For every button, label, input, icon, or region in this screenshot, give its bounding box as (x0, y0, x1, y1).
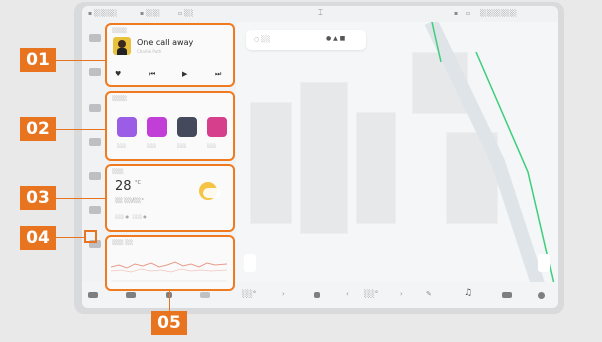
status-bluetooth-icon: ▪ (454, 10, 459, 17)
route-overlay (424, 22, 555, 284)
play-icon[interactable]: ▶ (182, 70, 187, 78)
callout-leader (56, 198, 107, 199)
home-icon[interactable] (89, 68, 101, 76)
dock-temp-left[interactable]: ░░° (242, 290, 256, 298)
app-icon-4[interactable] (207, 117, 227, 137)
prev-icon[interactable]: ⏮ (149, 70, 155, 79)
trend-widget-title: ░░░ ░░ (112, 240, 133, 246)
weather-unit: °C (135, 180, 141, 186)
status-bar: ▪ ░░░░░ ▪ ░░░ ▫ ░░ ⌶ ▪ ▫ ░░░░░░░░ (82, 6, 558, 22)
cloud-icon (203, 188, 221, 198)
dock-chevron-icon[interactable]: › (282, 290, 285, 298)
status-mic-icon: ▫ (466, 10, 471, 17)
dock-chevron-icon[interactable]: ‹ (346, 290, 349, 298)
media-icon[interactable] (89, 206, 101, 214)
app-label-2: ░░░ (147, 143, 157, 148)
navigation-map[interactable]: ○ ░░ ● ▲ ■ (236, 22, 558, 284)
status-time: ░░░░░░░░ (480, 10, 517, 17)
trend-sparkline (110, 261, 228, 282)
map-zoom-button[interactable] (244, 254, 256, 272)
callout-02: 02 (20, 117, 56, 141)
app-icon-1[interactable] (117, 117, 137, 137)
phone-icon[interactable] (89, 172, 101, 180)
dock-home-icon[interactable] (88, 292, 98, 298)
dock-car-icon[interactable] (126, 292, 136, 298)
map-search-icon: ○ ░░ (254, 36, 271, 43)
callout-leader (56, 129, 107, 130)
widget-toggle-icon[interactable] (89, 240, 101, 248)
dock-chevron-icon[interactable]: › (400, 290, 403, 298)
car-icon[interactable] (89, 34, 101, 42)
map-layer-button[interactable] (538, 254, 550, 272)
shortcuts-widget-title: ░░░░ (112, 96, 128, 102)
trend-widget: ░░░ ░░ (105, 235, 235, 291)
weather-widget: ░░░ 28 °C ░░ ░░/░░° ░░░ ● ░░░ ● (105, 164, 235, 232)
app-icon-2[interactable] (147, 117, 167, 137)
app-label-3: ░░░ (177, 143, 187, 148)
callout-04: 04 (20, 226, 56, 250)
album-art (113, 37, 131, 55)
weather-detail: ░░░ ● ░░░ ● (115, 214, 147, 219)
route-line (475, 51, 555, 284)
like-icon[interactable]: ♥ (115, 70, 121, 78)
artist-name: Charlie Puth (137, 49, 162, 54)
status-signal: ▪ ░░░ (140, 10, 160, 17)
next-icon[interactable]: ⏭ (215, 70, 221, 79)
app-icon-3[interactable] (177, 117, 197, 137)
status-wifi: ▫ ░░ (178, 10, 194, 17)
callout-01: 01 (20, 48, 56, 72)
callout-leader (56, 237, 86, 238)
callout-leader (169, 289, 170, 311)
weather-widget-title: ░░░ (112, 169, 124, 175)
widget-toggle-highlight (84, 230, 97, 243)
left-sidebar (82, 22, 108, 308)
app-label-4: ░░░ (207, 143, 217, 148)
map-road (424, 22, 545, 284)
map-search-actions[interactable]: ● ▲ ■ (326, 35, 345, 42)
dock-apps-icon[interactable] (502, 292, 512, 298)
callout-05: 05 (151, 311, 187, 335)
weather-range: ░░ ░░/░░° (115, 198, 144, 204)
apps-icon[interactable] (89, 104, 101, 112)
music-widget[interactable]: ░░░░ One call away Charlie Puth ♥ ⏮ ▶ ⏭ (105, 23, 235, 87)
dock-phone-icon[interactable]: ✎ (426, 290, 432, 298)
dock-music-icon[interactable]: ♫ (464, 288, 472, 298)
callout-03: 03 (20, 186, 56, 210)
app-label-1: ░░░ (117, 143, 127, 148)
weather-temperature: 28 (115, 179, 132, 194)
song-title: One call away (137, 38, 194, 47)
callout-leader (56, 60, 107, 61)
map-search-bar[interactable]: ○ ░░ ● ▲ ■ (246, 30, 366, 50)
dock-temp-right[interactable]: ░░° (364, 290, 378, 298)
dock-ac-icon[interactable] (314, 292, 320, 298)
settings-icon[interactable] (89, 138, 101, 146)
dock-fan-icon[interactable] (200, 292, 210, 298)
brand-logo-icon: ⌶ (318, 8, 323, 17)
shortcuts-widget: ░░░░ ░░░ ░░░ ░░░ ░░░ (105, 91, 235, 161)
music-widget-title: ░░░░ (112, 28, 128, 34)
status-connection: ▪ ░░░░░ (88, 10, 118, 17)
dock-settings-icon[interactable] (538, 292, 545, 299)
